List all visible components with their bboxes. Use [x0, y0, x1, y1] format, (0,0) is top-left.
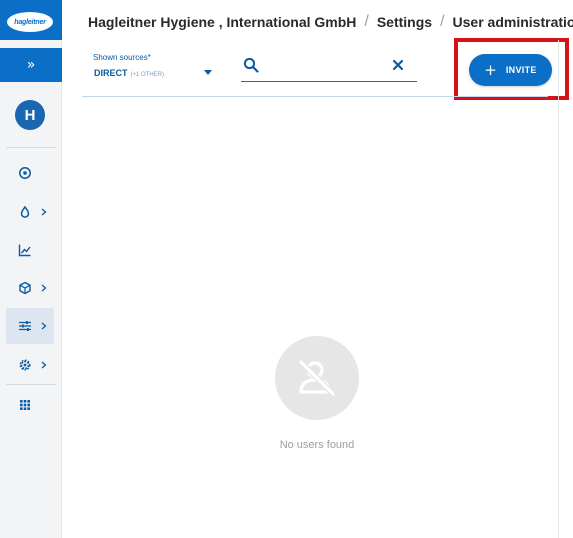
chevron-right-icon — [41, 208, 47, 216]
shown-sources-value: DIRECT — [94, 68, 128, 78]
sliders-icon — [19, 321, 31, 331]
sidebar-divider — [6, 384, 56, 385]
avatar-initial: H — [24, 106, 36, 124]
breadcrumb: Hagleitner Hygiene , International GmbH … — [88, 12, 573, 32]
dashboard-icon — [19, 167, 31, 179]
sidebar-item-settings[interactable] — [6, 347, 54, 383]
caret-down-icon[interactable] — [204, 70, 212, 75]
chart-icon — [18, 244, 31, 257]
logo-text: hagleitner — [14, 18, 46, 26]
drop-icon — [20, 205, 30, 218]
sidebar-item-devices[interactable] — [6, 270, 54, 306]
sidebar-header: hagleitner — [0, 0, 62, 40]
breadcrumb-separator: / — [364, 13, 369, 30]
panel-border — [558, 40, 559, 538]
hagleitner-logo[interactable]: hagleitner — [7, 12, 53, 32]
sidebar-item-apps[interactable] — [6, 387, 54, 423]
sidebar-item-analytics[interactable] — [6, 232, 54, 268]
sidebar-item-administration[interactable] — [6, 308, 54, 344]
shown-sources-extra: (+1 OTHER) — [130, 72, 165, 78]
search-icon — [243, 57, 259, 73]
cube-icon — [19, 281, 31, 295]
apps-grid-icon — [20, 400, 30, 410]
chevron-right-icon — [41, 284, 47, 292]
expand-icon: » — [26, 57, 36, 73]
plus-icon: + — [484, 60, 497, 79]
breadcrumb-org[interactable]: Hagleitner Hygiene , International GmbH — [88, 14, 356, 30]
sidebar-item-consumables[interactable] — [6, 194, 54, 230]
toolbar-divider — [82, 96, 548, 97]
invite-label: INVITE — [505, 65, 537, 75]
sidebar-divider — [6, 147, 56, 148]
sidebar: hagleitner » H — [0, 0, 62, 538]
gear-icon — [19, 359, 31, 371]
search-input[interactable] — [241, 52, 417, 82]
breadcrumb-separator: / — [440, 13, 445, 30]
empty-state-message: No users found — [279, 439, 355, 451]
avatar[interactable]: H — [15, 100, 45, 130]
no-user-icon — [298, 359, 336, 397]
shown-sources-select[interactable]: DIRECT (+1 OTHER) — [94, 68, 164, 78]
page-title: User administration — [452, 14, 573, 30]
sidebar-item-dashboard[interactable] — [6, 155, 54, 191]
invite-button[interactable]: + INVITE — [469, 54, 552, 86]
expand-sidebar-button[interactable]: » — [0, 48, 62, 82]
close-icon[interactable] — [392, 59, 404, 71]
chevron-right-icon — [41, 322, 47, 330]
shown-sources-label: Shown sources* — [93, 53, 151, 62]
breadcrumb-settings[interactable]: Settings — [377, 14, 432, 30]
chevron-right-icon — [41, 361, 47, 369]
